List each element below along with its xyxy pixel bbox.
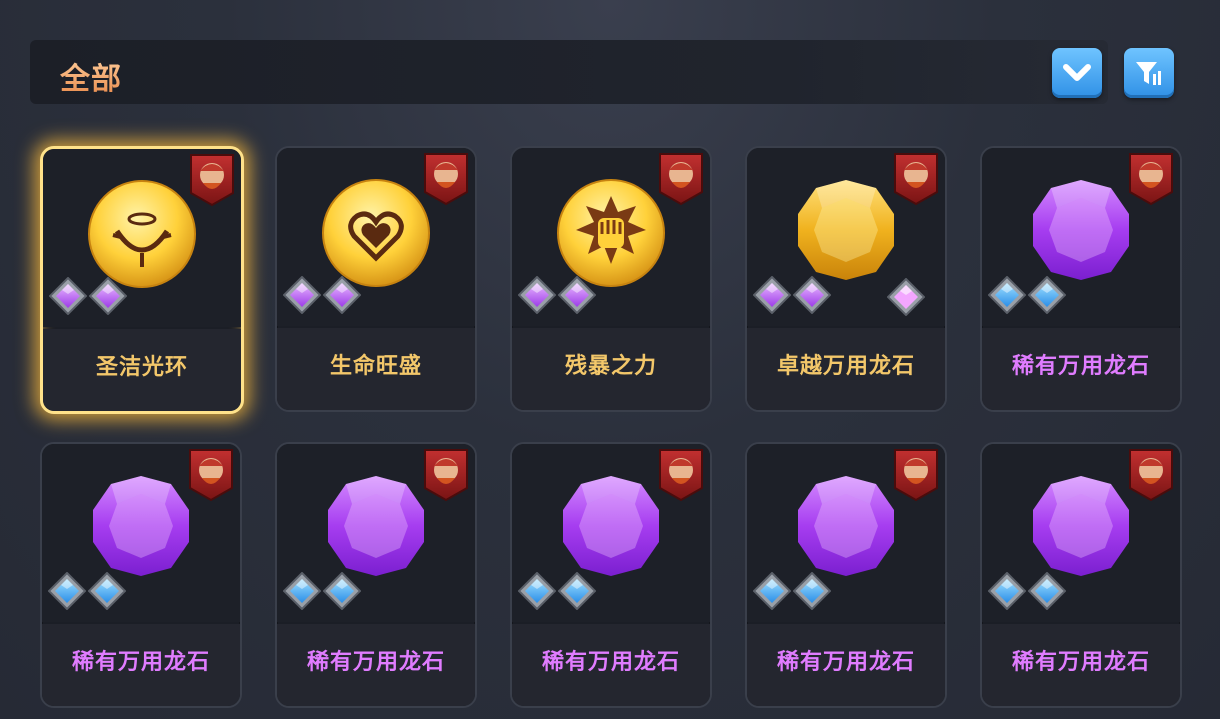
item-card[interactable]: 残暴之力 bbox=[510, 146, 712, 412]
socket-gem-icon bbox=[753, 276, 791, 314]
socket-gem-icon bbox=[988, 276, 1026, 314]
gem-sockets bbox=[988, 276, 1066, 314]
gem-sockets bbox=[753, 276, 831, 314]
fist-medallion-icon bbox=[556, 178, 666, 292]
item-card[interactable]: 稀有万用龙石 bbox=[980, 146, 1182, 412]
item-name: 卓越万用龙石 bbox=[776, 354, 915, 379]
item-name: 稀有万用龙石 bbox=[1011, 650, 1150, 675]
item-card[interactable]: 卓越万用龙石 bbox=[745, 146, 947, 412]
gem-sockets bbox=[48, 572, 126, 610]
item-name: 稀有万用龙石 bbox=[71, 650, 210, 675]
blonde-hero-portrait bbox=[658, 152, 704, 210]
gem-sockets bbox=[988, 572, 1066, 610]
gem-sockets bbox=[49, 277, 127, 315]
socket-gem-icon bbox=[518, 572, 556, 610]
purple-dragonstone-icon bbox=[1029, 474, 1133, 582]
rainbow-gem-icon bbox=[886, 277, 926, 320]
category-header: 全部 bbox=[30, 40, 1108, 104]
item-card[interactable]: 生命旺盛 bbox=[275, 146, 477, 412]
item-name: 稀有万用龙石 bbox=[306, 650, 445, 675]
gold-dragonstone-icon bbox=[794, 178, 898, 286]
redhair-hero-portrait bbox=[1128, 152, 1174, 210]
socket-gem-icon bbox=[1028, 276, 1066, 314]
socket-gem-icon bbox=[88, 572, 126, 610]
redhair-hero-portrait bbox=[423, 152, 469, 210]
purple-dragonstone-icon bbox=[89, 474, 193, 582]
socket-gem-icon bbox=[793, 276, 831, 314]
item-card[interactable]: 稀有万用龙石 bbox=[980, 442, 1182, 708]
socket-gem-icon bbox=[89, 277, 127, 315]
item-name: 生命旺盛 bbox=[329, 354, 422, 379]
socket-gem-icon bbox=[283, 276, 321, 314]
item-card[interactable]: 稀有万用龙石 bbox=[275, 442, 477, 708]
socket-gem-icon bbox=[558, 276, 596, 314]
knight-hero-portrait bbox=[1128, 448, 1174, 506]
gem-sockets bbox=[518, 572, 596, 610]
viking-hero-portrait bbox=[423, 448, 469, 506]
item-name: 稀有万用龙石 bbox=[1011, 354, 1150, 379]
socket-gem-icon bbox=[323, 276, 361, 314]
item-name: 稀有万用龙石 bbox=[541, 650, 680, 675]
gem-sockets bbox=[753, 572, 831, 610]
filter-sort-icon bbox=[1136, 62, 1161, 85]
knight-hero-portrait bbox=[658, 448, 704, 506]
purple-dragonstone-icon bbox=[324, 474, 428, 582]
dropdown-button[interactable] bbox=[1052, 48, 1102, 98]
gem-sockets bbox=[283, 276, 361, 314]
socket-gem-icon bbox=[988, 572, 1026, 610]
socket-gem-icon bbox=[323, 572, 361, 610]
purple-dragonstone-icon bbox=[1029, 178, 1133, 286]
heart-medallion-icon bbox=[321, 178, 431, 292]
filter-button[interactable] bbox=[1124, 48, 1174, 98]
gem-sockets bbox=[283, 572, 361, 610]
item-name: 残暴之力 bbox=[564, 354, 657, 379]
darkelf-hero-portrait bbox=[188, 448, 234, 506]
socket-gem-icon bbox=[283, 572, 321, 610]
socket-gem-icon bbox=[518, 276, 556, 314]
purple-dragonstone-icon bbox=[794, 474, 898, 582]
socket-gem-icon bbox=[49, 277, 87, 315]
gem-sockets bbox=[518, 276, 596, 314]
item-card[interactable]: 稀有万用龙石 bbox=[40, 442, 242, 708]
socket-gem-icon bbox=[558, 572, 596, 610]
redhair-hero-portrait bbox=[893, 152, 939, 210]
halo-medallion-icon bbox=[87, 179, 197, 293]
category-title: 全部 bbox=[60, 54, 122, 98]
socket-gem-icon bbox=[48, 572, 86, 610]
item-card[interactable]: 稀有万用龙石 bbox=[745, 442, 947, 708]
item-name: 圣洁光环 bbox=[95, 355, 188, 380]
item-name: 稀有万用龙石 bbox=[776, 650, 915, 675]
item-card[interactable]: 稀有万用龙石 bbox=[510, 442, 712, 708]
purple-dragonstone-icon bbox=[559, 474, 663, 582]
item-card[interactable]: 圣洁光环 bbox=[40, 146, 244, 414]
socket-gem-icon bbox=[1028, 572, 1066, 610]
viking-hero-portrait bbox=[189, 153, 235, 211]
socket-gem-icon bbox=[753, 572, 791, 610]
knight-hero-portrait bbox=[893, 448, 939, 506]
socket-gem-icon bbox=[793, 572, 831, 610]
chevron-down-icon bbox=[1063, 64, 1091, 81]
